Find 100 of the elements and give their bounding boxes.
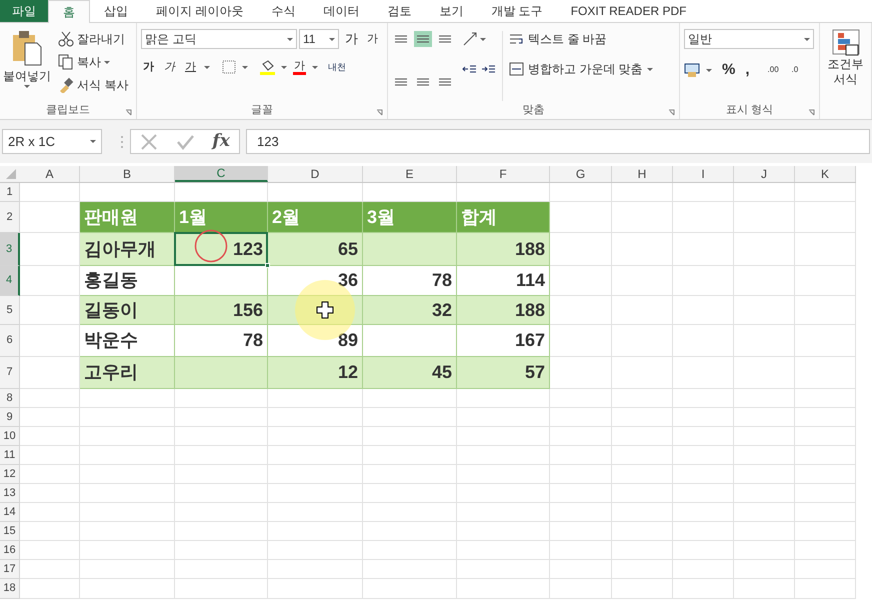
name-box[interactable]: 2R x 1C	[2, 129, 102, 154]
decrease-decimal-button[interactable]: .00	[768, 66, 786, 74]
row-header[interactable]: 16	[0, 541, 20, 560]
ribbon-tab[interactable]: 삽입	[90, 0, 142, 22]
column-header[interactable]: F	[457, 166, 550, 182]
row-header[interactable]: 12	[0, 465, 20, 484]
dialog-launcher-icon[interactable]	[125, 109, 132, 116]
row-header[interactable]: 18	[0, 579, 20, 599]
caret-icon[interactable]	[312, 66, 318, 69]
row-header[interactable]: 13	[0, 484, 20, 503]
conditional-formatting-icon[interactable]	[832, 29, 860, 57]
column-header[interactable]: J	[734, 166, 795, 182]
click-ring-icon[interactable]	[194, 229, 228, 263]
caret-icon[interactable]	[104, 60, 110, 64]
column-header[interactable]: H	[612, 166, 673, 182]
column-header[interactable]: C	[175, 166, 268, 182]
conditional-formatting-button[interactable]: 조건부 서식	[824, 29, 867, 119]
ribbon-tab[interactable]: 수식	[257, 0, 310, 22]
empty-cell	[550, 389, 612, 408]
column-header[interactable]: K	[795, 166, 856, 182]
italic-button[interactable]: 가	[162, 59, 177, 76]
formula-field[interactable]: 123	[246, 129, 870, 154]
dialog-launcher-icon[interactable]	[808, 109, 815, 116]
caret-icon[interactable]	[287, 38, 293, 40]
column-heading-cell: 2월	[268, 202, 363, 233]
percent-button[interactable]: %	[722, 59, 736, 82]
fill-handle[interactable]	[265, 263, 270, 268]
wrap-text-icon[interactable]	[509, 33, 524, 45]
ribbon-tab[interactable]: 데이터	[309, 0, 374, 22]
caret-icon[interactable]	[646, 68, 653, 70]
paste-button[interactable]: 붙여넣기	[4, 29, 50, 101]
ribbon-tab[interactable]: 홈	[48, 0, 90, 23]
scissors-icon[interactable]	[58, 31, 74, 47]
column-header[interactable]: I	[673, 166, 734, 182]
row-header[interactable]: 7	[0, 357, 20, 389]
clipboard-icon[interactable]	[11, 29, 43, 67]
cut-button[interactable]: 잘라내기	[58, 29, 128, 49]
phonetic-button[interactable]: 내천	[328, 60, 346, 74]
merge-center-button[interactable]: 병합하고 가운데 맞춤	[509, 59, 653, 79]
comma-button[interactable]: ,	[741, 59, 754, 82]
insert-function-button[interactable]: fx	[212, 128, 230, 154]
decrease-indent-icon[interactable]	[462, 63, 477, 75]
row-header[interactable]: 8	[0, 389, 20, 408]
check-icon[interactable]	[176, 132, 194, 150]
caret-icon[interactable]	[480, 38, 486, 40]
ribbon-tab[interactable]: 개발 도구	[477, 0, 557, 22]
row-header[interactable]: 9	[0, 408, 20, 427]
caret-icon[interactable]	[329, 38, 335, 40]
copy-button[interactable]: 복사	[58, 52, 128, 72]
caret-icon[interactable]	[242, 66, 248, 69]
row-header[interactable]: 10	[0, 427, 20, 446]
column-header[interactable]: D	[268, 166, 363, 182]
row-header[interactable]: 11	[0, 446, 20, 465]
format-painter-button[interactable]: 서식 복사	[58, 75, 128, 95]
grow-font-button[interactable]: 가	[341, 29, 362, 49]
font-name-field[interactable]: 맑은 고딕	[141, 29, 297, 49]
table-cell: 188	[457, 233, 550, 266]
row-header[interactable]: 6	[0, 325, 20, 357]
caret-icon[interactable]	[706, 68, 712, 72]
fill-color-icon[interactable]	[260, 60, 275, 75]
caret-icon[interactable]	[204, 66, 210, 69]
row-header[interactable]: 2	[0, 202, 20, 233]
font-size-field[interactable]: 11	[299, 29, 339, 49]
column-header[interactable]: E	[363, 166, 457, 182]
underline-button[interactable]: 가	[183, 59, 198, 76]
wrap-text-button[interactable]: 텍스트 줄 바꿈	[509, 29, 653, 49]
row-header[interactable]: 1	[0, 183, 20, 202]
ribbon-tab[interactable]: 페이지 레이아웃	[142, 0, 258, 22]
ribbon-tab[interactable]: FOXIT READER PDF	[556, 0, 700, 22]
table-cell: 45	[363, 357, 457, 389]
row-header[interactable]: 3	[0, 233, 20, 266]
font-color-button[interactable]: 가	[293, 60, 306, 75]
brush-icon[interactable]	[58, 77, 74, 93]
merge-cells-icon[interactable]	[509, 62, 524, 76]
row-header[interactable]: 15	[0, 522, 20, 541]
ribbon-tab[interactable]: 파일	[0, 0, 48, 22]
copy-icon[interactable]	[58, 54, 74, 70]
dialog-launcher-icon[interactable]	[376, 109, 383, 116]
caret-icon[interactable]	[90, 140, 96, 143]
column-header[interactable]: G	[550, 166, 612, 182]
ribbon-tab[interactable]: 검토	[373, 0, 426, 22]
column-header[interactable]: A	[20, 166, 80, 182]
currency-icon[interactable]	[684, 62, 700, 78]
table-cell: 길동이	[80, 296, 175, 325]
bold-button[interactable]: 가	[141, 59, 156, 76]
row-header[interactable]: 17	[0, 560, 20, 579]
number-format-field[interactable]: 일반	[684, 29, 814, 49]
caret-icon[interactable]	[24, 85, 30, 88]
borders-icon[interactable]	[222, 60, 236, 74]
row-header[interactable]: 4	[0, 266, 20, 296]
caret-icon[interactable]	[281, 66, 287, 69]
ribbon-tab[interactable]: 보기	[425, 0, 478, 22]
increase-decimal-button[interactable]: .0	[792, 66, 810, 74]
increase-indent-icon[interactable]	[481, 63, 496, 75]
row-header[interactable]: 5	[0, 296, 20, 325]
shrink-font-button[interactable]: 가	[364, 30, 381, 48]
dialog-launcher-icon[interactable]	[668, 109, 675, 116]
row-header[interactable]: 14	[0, 503, 20, 522]
caret-icon[interactable]	[804, 38, 810, 40]
orientation-icon[interactable]	[462, 31, 478, 47]
